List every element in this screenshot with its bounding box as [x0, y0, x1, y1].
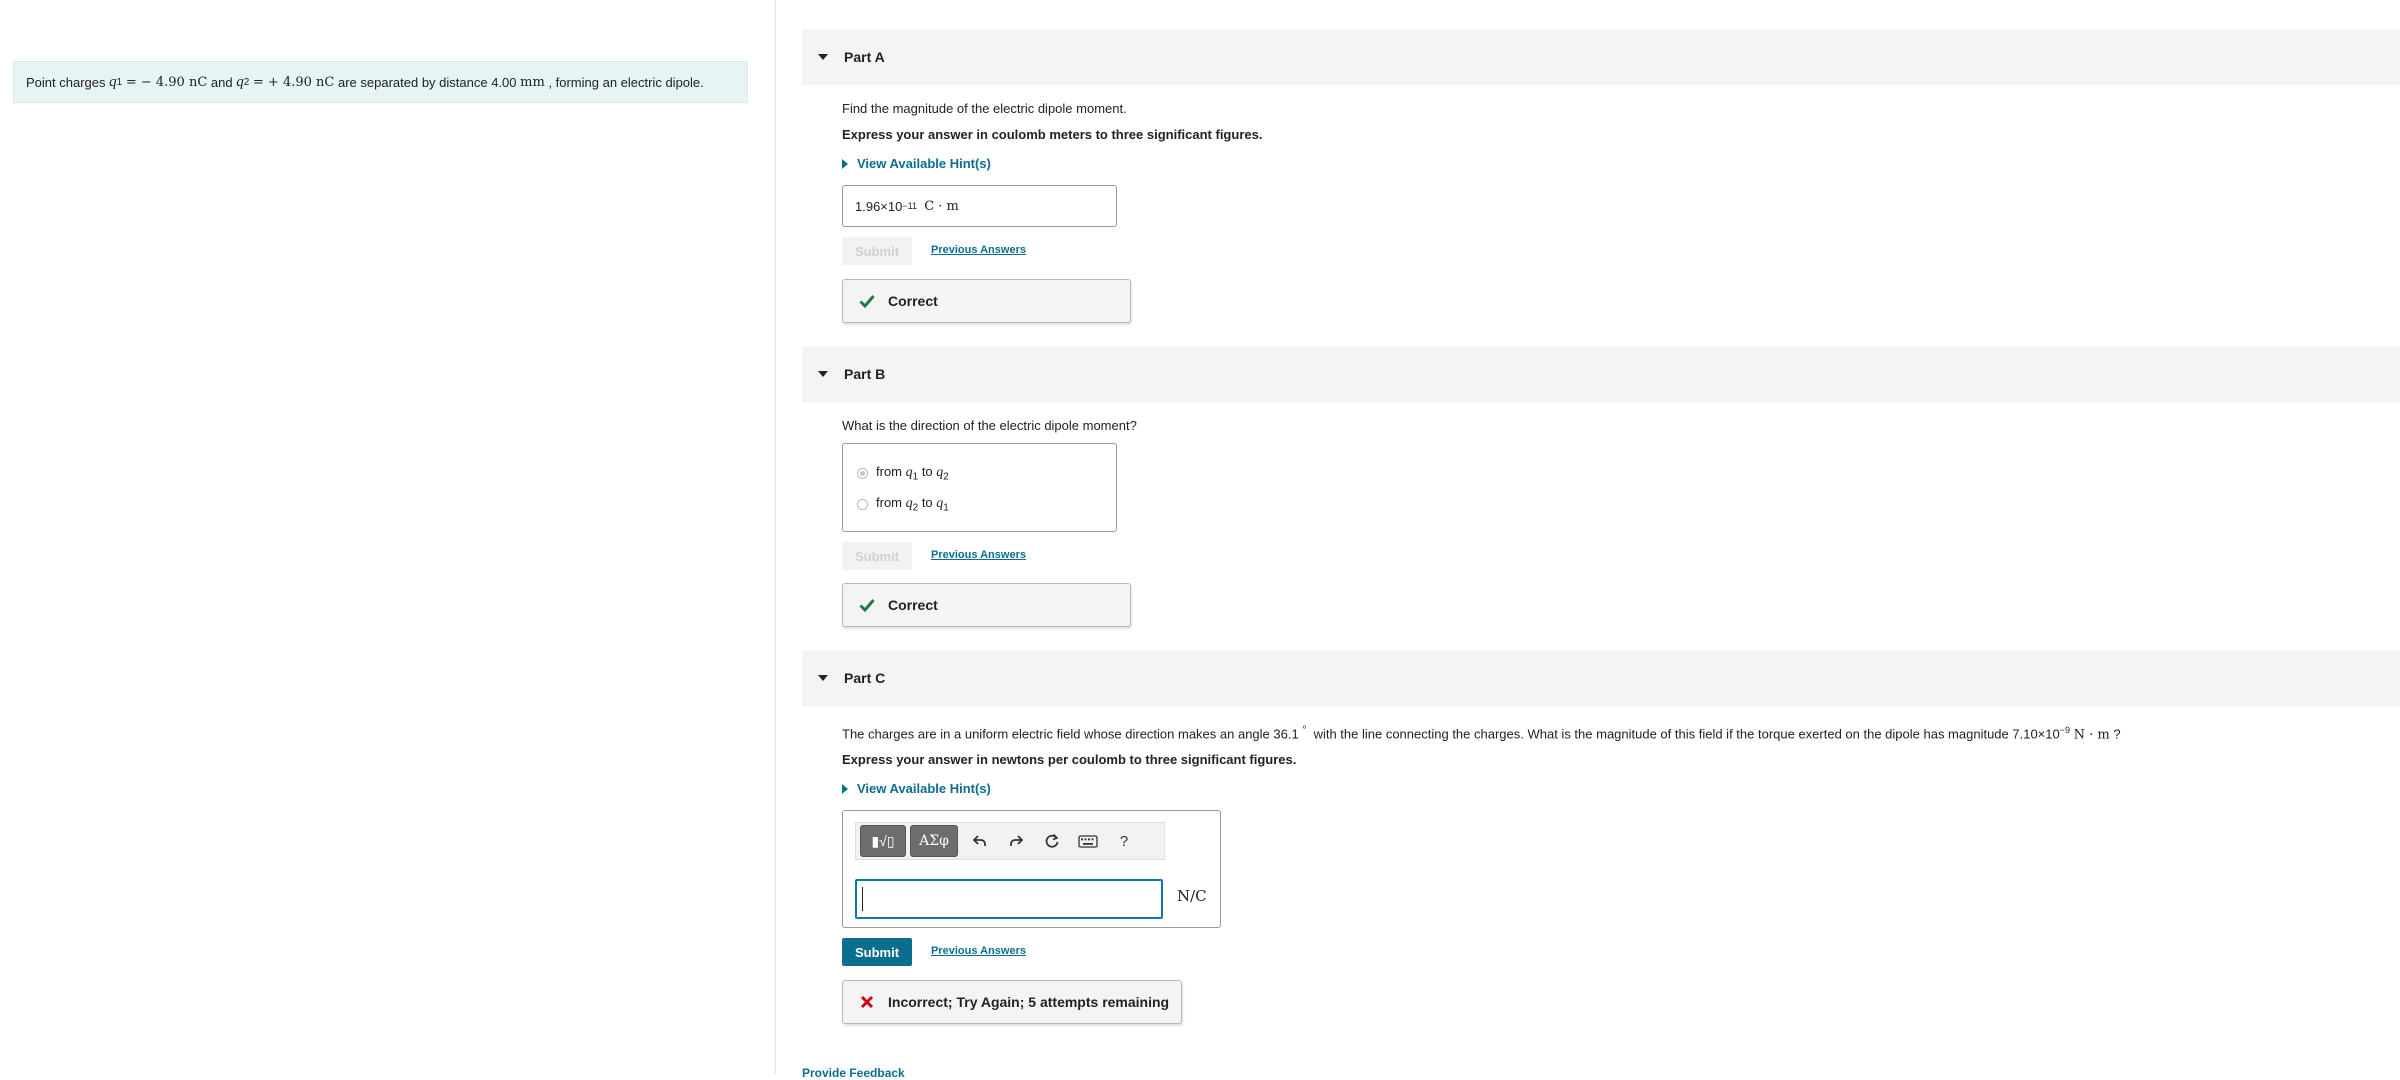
- intro-and: and: [210, 74, 233, 90]
- part-b-submit-button[interactable]: Submit: [842, 542, 912, 570]
- intro-mid: are separated by distance 4.00: [337, 74, 517, 90]
- part-a-hint-toggle[interactable]: View Available Hint(s): [842, 156, 991, 171]
- part-c-question-b: with the line connecting the charges. Wh…: [1313, 726, 2060, 742]
- math-answer-editor: ▮√▯ ΑΣφ ? N/C: [842, 810, 1221, 928]
- radio-button[interactable]: [857, 498, 868, 510]
- part-b-option-2[interactable]: from q2 to q1: [857, 495, 949, 514]
- q2-symbol: q: [236, 73, 244, 90]
- collapse-caret-icon: [818, 54, 828, 60]
- part-a-instruction: Express your answer in coulomb meters to…: [842, 127, 1263, 142]
- q1-subscript: 1: [116, 76, 123, 88]
- provide-feedback-link[interactable]: Provide Feedback: [802, 1066, 905, 1080]
- part-a-answer-mantissa: 1.96×10: [855, 198, 903, 214]
- templates-button[interactable]: ▮√▯: [860, 825, 906, 857]
- option-var-a: q: [905, 465, 913, 480]
- intro-prefix: Point charges: [26, 74, 106, 90]
- torque-exponent: −9: [2059, 725, 2071, 735]
- text-cursor: [862, 887, 863, 911]
- symbols-button[interactable]: ΑΣφ: [910, 825, 958, 857]
- part-a-title: Part A: [844, 49, 885, 65]
- undo-icon[interactable]: [962, 825, 998, 857]
- part-b-feedback: Correct: [842, 583, 1131, 627]
- expand-triangle-icon: [842, 783, 848, 794]
- option-var-a: q: [905, 496, 913, 511]
- part-c-header[interactable]: Part C: [802, 650, 2400, 706]
- q2-subscript: 2: [243, 76, 250, 88]
- part-a-answer-display: 1.96×10 −11 C · m: [842, 185, 1117, 227]
- q2-value: = + 4.90 nC: [252, 74, 335, 90]
- part-a-submit-button[interactable]: Submit: [842, 237, 912, 265]
- part-b-header[interactable]: Part B: [802, 346, 2400, 402]
- question-mark: ?: [2113, 726, 2121, 742]
- part-b-feedback-text: Correct: [888, 597, 938, 613]
- option-sub-b: 1: [943, 502, 949, 514]
- part-b-choices: from q1 to q2 from q2 to q1: [842, 443, 1117, 532]
- part-c-question-a: The charges are in a uniform electric fi…: [842, 726, 1299, 742]
- help-button[interactable]: ?: [1106, 825, 1142, 857]
- part-a-question: Find the magnitude of the electric dipol…: [842, 101, 1127, 116]
- distance-unit: mm: [520, 74, 545, 90]
- collapse-caret-icon: [818, 675, 828, 681]
- collapse-caret-icon: [818, 371, 828, 377]
- answer-input[interactable]: [855, 879, 1163, 919]
- checkmark-icon: [857, 598, 877, 612]
- part-a-feedback-text: Correct: [888, 293, 938, 309]
- part-c-feedback: Incorrect; Try Again; 5 attempts remaini…: [842, 980, 1182, 1024]
- option-2-text: from q2 to q1: [876, 495, 949, 514]
- expand-triangle-icon: [842, 158, 848, 169]
- keyboard-icon[interactable]: [1070, 825, 1106, 857]
- part-a-answer-exponent: −11: [902, 201, 917, 211]
- option-sub-b: 2: [943, 471, 949, 483]
- part-c-question: The charges are in a uniform electric fi…: [842, 725, 2121, 742]
- part-c-submit-button[interactable]: Submit: [842, 938, 912, 966]
- part-a-header[interactable]: Part A: [802, 29, 2400, 85]
- part-a-feedback: Correct: [842, 279, 1131, 323]
- math-toolbar: ▮√▯ ΑΣφ ?: [855, 822, 1165, 860]
- part-b-question: What is the direction of the electric di…: [842, 418, 1137, 433]
- part-c-hint-label: View Available Hint(s): [857, 781, 991, 796]
- problem-statement-pane: Point charges q1 = − 4.90 nC and q2 = + …: [0, 0, 775, 1074]
- part-c-hint-toggle[interactable]: View Available Hint(s): [842, 781, 991, 796]
- radio-button-selected[interactable]: [857, 467, 868, 479]
- cross-icon: [857, 995, 877, 1009]
- reset-icon[interactable]: [1034, 825, 1070, 857]
- option-from: from: [876, 464, 902, 479]
- part-c-instruction: Express your answer in newtons per coulo…: [842, 752, 1297, 767]
- degree-symbol: °: [1302, 725, 1307, 736]
- part-a-hint-label: View Available Hint(s): [857, 156, 991, 171]
- part-b-previous-answers-link[interactable]: Previous Answers: [931, 549, 1026, 561]
- q1-value: = − 4.90 nC: [125, 74, 208, 90]
- parts-pane: Part A Find the magnitude of the electri…: [776, 0, 2400, 1080]
- part-b-title: Part B: [844, 366, 886, 382]
- part-c-previous-answers-link[interactable]: Previous Answers: [931, 945, 1026, 957]
- option-1-text: from q1 to q2: [876, 464, 949, 483]
- option-to: to: [921, 464, 933, 479]
- option-sub-a: 2: [912, 502, 919, 514]
- torque-unit: N · m: [2073, 727, 2110, 743]
- problem-intro: Point charges q1 = − 4.90 nC and q2 = + …: [13, 61, 748, 103]
- q1-symbol: q: [109, 73, 117, 90]
- option-from: from: [876, 495, 902, 510]
- checkmark-icon: [857, 294, 877, 308]
- part-c-feedback-text: Incorrect; Try Again; 5 attempts remaini…: [888, 994, 1170, 1010]
- part-b-option-1[interactable]: from q1 to q2: [857, 464, 949, 483]
- intro-suffix: , forming an electric dipole.: [548, 74, 704, 90]
- option-sub-a: 1: [912, 471, 919, 483]
- part-a-answer-unit: C · m: [924, 198, 959, 214]
- answer-units: N/C: [1177, 887, 1207, 905]
- option-to: to: [921, 495, 933, 510]
- part-a-previous-answers-link[interactable]: Previous Answers: [931, 244, 1026, 256]
- part-c-title: Part C: [844, 670, 886, 686]
- redo-icon[interactable]: [998, 825, 1034, 857]
